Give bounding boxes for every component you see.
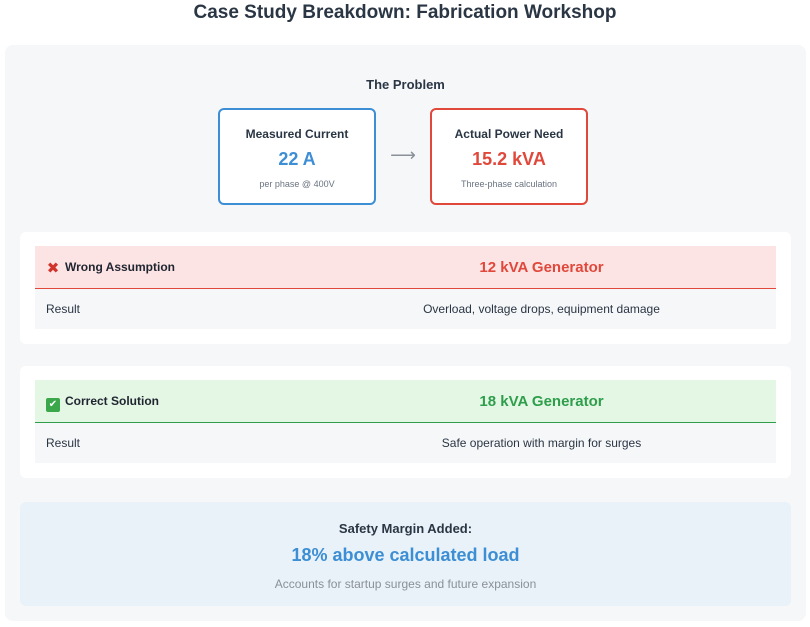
actual-power-card: Actual Power Need 15.2 kVA Three-phase c…: [430, 108, 588, 205]
correct-solution-card: ✔ Correct Solution 18 kVA Generator Resul…: [20, 366, 791, 478]
measured-current-value: 22 A: [278, 149, 316, 169]
wrong-assumption-header: ✖ Wrong Assumption 12 kVA Generator: [35, 246, 776, 289]
safety-margin-value: 18% above calculated load: [291, 545, 520, 565]
correct-result-value: Safe operation with margin for surges: [441, 436, 642, 450]
cross-mark-icon: ✖: [46, 260, 60, 277]
safety-margin-title: Safety Margin Added:: [338, 521, 473, 536]
wrong-generator-value: 12 kVA Generator: [479, 259, 604, 276]
correct-solution-header: ✔ Correct Solution 18 kVA Generator: [35, 380, 776, 423]
safety-margin-subtext: Accounts for startup surges and future e…: [274, 577, 537, 591]
correct-generator-value: 18 kVA Generator: [479, 393, 604, 410]
measured-current-label: Measured Current: [245, 127, 349, 141]
wrong-assumption-card: ✖ Wrong Assumption 12 kVA Generator Resul…: [20, 232, 791, 344]
wrong-result-value: Overload, voltage drops, equipment damag…: [423, 302, 660, 316]
correct-result-row: Result Safe operation with margin for su…: [35, 423, 776, 463]
safety-margin-box: Safety Margin Added: 18% above calculate…: [20, 502, 791, 606]
measured-current-card: Measured Current 22 A per phase @ 400V: [218, 108, 376, 205]
page-title: Case Study Breakdown: Fabrication Worksh…: [193, 2, 617, 23]
measured-current-subtext: per phase @ 400V: [259, 179, 335, 189]
correct-result-label: Result: [46, 436, 81, 450]
wrong-result-label: Result: [46, 302, 81, 316]
actual-power-value: 15.2 kVA: [472, 149, 546, 169]
wrong-assumption-label: Wrong Assumption: [65, 260, 175, 274]
arrow-right-icon: ⟶: [390, 145, 416, 165]
wrong-result-row: Result Overload, voltage drops, equipmen…: [35, 289, 776, 329]
check-mark-icon: ✔: [46, 398, 60, 412]
correct-solution-label: Correct Solution: [65, 394, 160, 408]
case-study-panel: The Problem Measured Current 22 A per ph…: [5, 45, 806, 621]
actual-power-subtext: Three-phase calculation: [460, 179, 558, 189]
actual-power-label: Actual Power Need: [454, 127, 564, 141]
problem-title: The Problem: [366, 77, 445, 92]
